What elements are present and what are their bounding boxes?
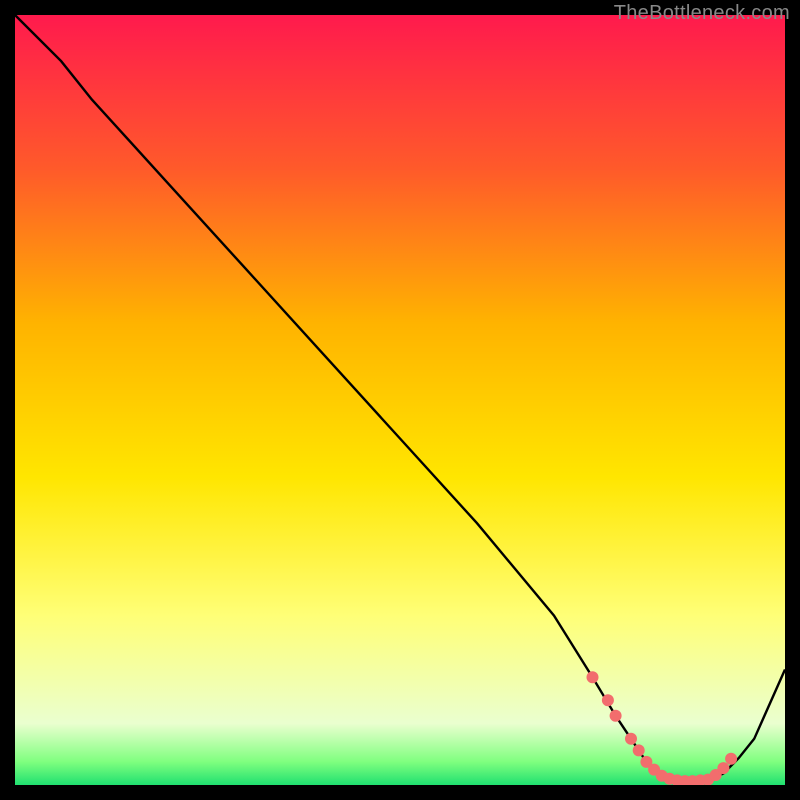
marker-point [610,710,622,722]
marker-point [725,753,737,765]
marker-point [717,762,729,774]
marker-point [625,733,637,745]
marker-point [602,694,614,706]
watermark-label: TheBottleneck.com [614,2,790,25]
bottleneck-chart [15,15,785,785]
marker-point [587,671,599,683]
gradient-background [15,15,785,785]
marker-point [633,744,645,756]
chart-frame: TheBottleneck.com [0,0,800,800]
